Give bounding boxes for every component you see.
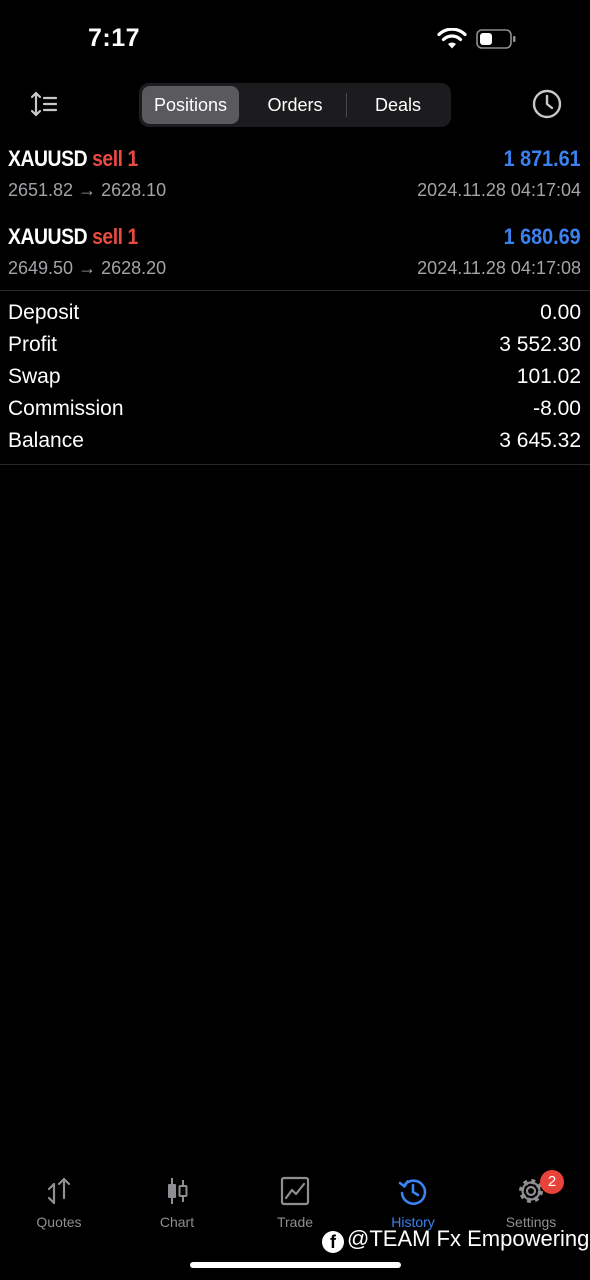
watermark-text: @TEAM Fx Empowering: [347, 1226, 590, 1251]
divider: [0, 464, 590, 465]
tab-history[interactable]: History: [354, 1172, 472, 1232]
summary-value: 3 552.30: [499, 333, 581, 356]
notification-badge: 2: [540, 1170, 564, 1194]
position-symbol: XAUUSD sell 1: [8, 146, 138, 171]
position-side: sell 1: [92, 146, 138, 171]
trade-chart-icon: [280, 1176, 310, 1206]
summary-row-deposit: Deposit 0.00: [0, 301, 590, 333]
position-profit: 1 871.61: [503, 146, 581, 171]
summary-value: 3 645.32: [499, 429, 581, 452]
summary-row-balance: Balance 3 645.32: [0, 429, 590, 461]
summary-value: -8.00: [533, 397, 581, 420]
tab-label: Quotes: [36, 1214, 82, 1230]
summary-row-swap: Swap 101.02: [0, 365, 590, 397]
status-time: 7:17: [88, 24, 141, 52]
home-indicator[interactable]: [190, 1262, 401, 1268]
position-time: 2024.11.28 04:17:08: [417, 258, 581, 278]
facebook-icon: f: [322, 1231, 344, 1253]
position-row[interactable]: XAUUSD sell 1 1 680.69 2649.50 → 2628.20…: [0, 218, 590, 296]
mt-history-screen: 7:17 Positions Orders Deals XAUUSD sell …: [0, 0, 590, 1280]
position-profit: 1 680.69: [503, 224, 581, 249]
tab-positions[interactable]: Positions: [142, 86, 239, 124]
summary-label: Swap: [8, 365, 61, 388]
position-row[interactable]: XAUUSD sell 1 1 871.61 2651.82 → 2628.10…: [0, 140, 590, 218]
tab-chart[interactable]: Chart: [118, 1172, 236, 1232]
position-time: 2024.11.28 04:17:04: [417, 180, 581, 200]
position-symbol: XAUUSD sell 1: [8, 224, 138, 249]
watermark: f @TEAM Fx Empowering: [322, 1226, 589, 1256]
summary-label: Deposit: [8, 301, 80, 324]
summary-row-profit: Profit 3 552.30: [0, 333, 590, 365]
divider: [0, 290, 590, 291]
period-clock-icon[interactable]: [531, 88, 563, 120]
tab-orders[interactable]: Orders: [243, 86, 347, 124]
summary-value: 101.02: [516, 365, 581, 388]
position-prices: 2651.82 → 2628.10: [8, 180, 167, 200]
tab-settings[interactable]: 2 Settings: [472, 1170, 590, 1232]
sort-icon[interactable]: [28, 89, 60, 119]
tab-label: Chart: [159, 1214, 195, 1230]
tab-quotes[interactable]: Quotes: [0, 1172, 118, 1232]
position-prices: 2649.50 → 2628.20: [8, 258, 167, 278]
wifi-icon: [437, 28, 467, 49]
summary-value: 0.00: [540, 301, 581, 324]
tab-trade[interactable]: Trade: [236, 1172, 354, 1232]
summary-row-commission: Commission -8.00: [0, 397, 590, 429]
summary-label: Balance: [8, 429, 84, 452]
summary-label: Profit: [8, 333, 58, 356]
battery-icon: [476, 29, 516, 49]
history-icon: [398, 1179, 427, 1205]
candles-icon: [168, 1178, 188, 1204]
tab-deals[interactable]: Deals: [347, 86, 449, 124]
summary-label: Commission: [8, 397, 124, 420]
history-segmented-control: Positions Orders Deals: [139, 83, 451, 127]
position-side: sell 1: [92, 224, 138, 249]
quotes-icon: [47, 1177, 71, 1205]
